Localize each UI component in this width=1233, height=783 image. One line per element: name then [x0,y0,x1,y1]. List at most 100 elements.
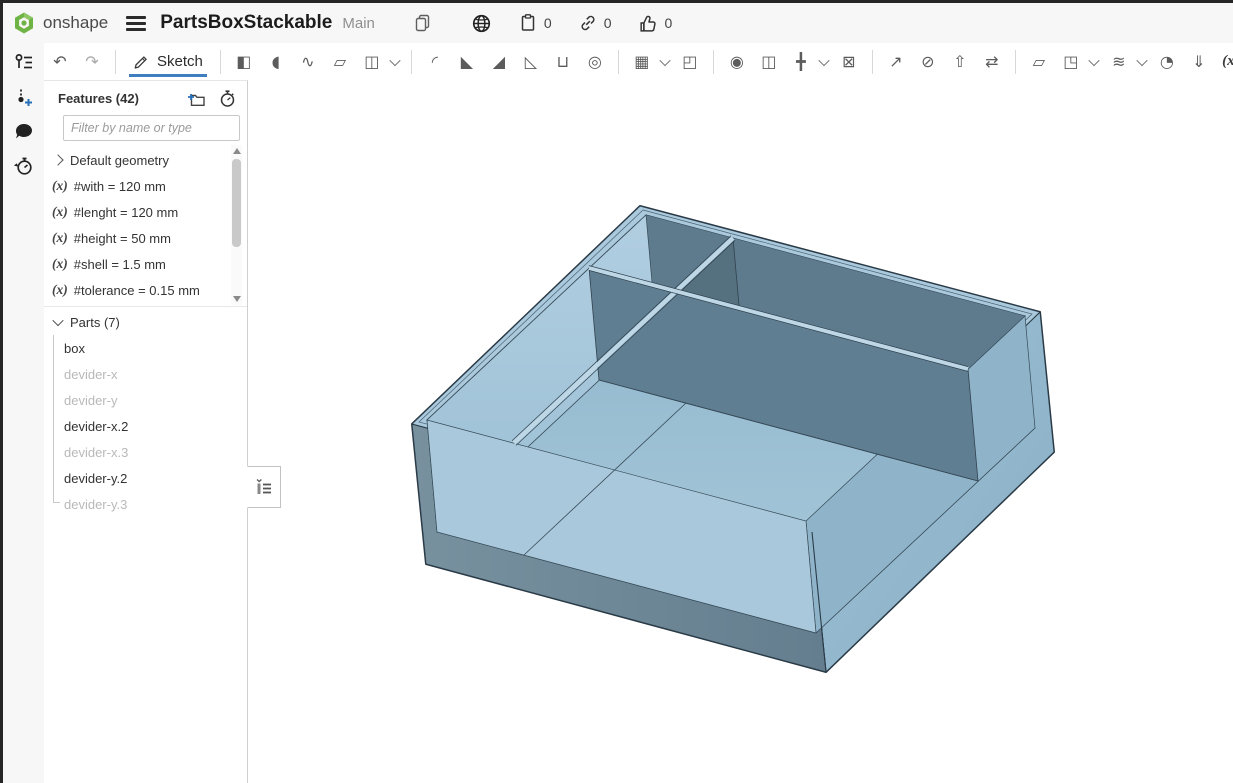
dropdown-caret-icon[interactable] [658,47,672,77]
link-icon [578,13,598,33]
transform-icon[interactable]: ╋ [786,47,816,77]
sketch-active-underline [129,74,207,77]
part-row[interactable]: devider-y.3 [44,491,247,517]
fillet-icon[interactable]: ◜ [420,47,450,77]
dropdown-caret-icon[interactable] [1087,47,1101,77]
part-name-label: devider-y [64,393,117,408]
feature-list-scrollbar[interactable] [231,145,242,305]
thicken-icon[interactable]: ◫ [357,47,387,77]
tree-guide-line [53,335,54,503]
feature-label: #lenght = 120 mm [74,205,178,220]
variable-icon: (x) [52,204,68,220]
delete-part-icon[interactable]: ⊠ [834,47,864,77]
scrollbar-thumb[interactable] [232,159,241,247]
history-stopwatch-icon [13,155,35,177]
chamfer-icon[interactable]: ◣ [452,47,482,77]
composite-curve-icon[interactable]: ≋ [1104,47,1134,77]
part-row[interactable]: devider-x [44,361,247,387]
document-title[interactable]: PartsBoxStackable [160,12,332,34]
onshape-logo[interactable]: onshape [12,11,108,35]
share-status-button[interactable] [471,13,492,34]
feature-row-variable[interactable]: (x)#tolerance = 0.15 mm [44,277,231,303]
mirror-icon[interactable]: ◰ [675,47,705,77]
split-icon[interactable]: ◫ [754,47,784,77]
toolbar-groups: ↶↷Sketch◧◖∿▱◫◜◣◢◺⊔◎▦◰◉◫╋⊠↗⊘⇧⇄▱◳≋◔⇓(x) [44,46,1233,78]
move-face-icon[interactable]: ↗ [881,47,911,77]
likes-counter[interactable]: 0 [638,13,673,34]
redo-icon[interactable]: ↷ [77,47,107,77]
feature-row-variable[interactable]: (x) #shell = 1.5 mm [44,251,231,277]
toolbar-separator [713,50,714,74]
part-row[interactable]: box [44,335,247,361]
feature-row-folder[interactable]: Default geometry [44,147,231,173]
sketch-button[interactable]: Sketch [123,46,213,78]
copy-workspace-button[interactable] [413,13,433,33]
parts-box-model[interactable] [248,80,1233,783]
part-row[interactable]: devider-y.2 [44,465,247,491]
extrude-icon[interactable]: ◧ [229,47,259,77]
delete-face-icon[interactable]: ⊘ [913,47,943,77]
variable-icon[interactable]: (x) [1216,47,1233,77]
extrude-surface-icon[interactable]: ◳ [1056,47,1086,77]
revolve-icon[interactable]: ◖ [261,47,291,77]
create-folder-icon [187,90,206,107]
part-row[interactable]: devider-y [44,387,247,413]
undo-icon[interactable]: ↶ [45,47,75,77]
filter-row [44,113,247,147]
main-menu-button[interactable] [126,13,146,34]
scroll-up-arrow[interactable] [233,148,241,154]
draft-icon[interactable]: ◢ [484,47,514,77]
feature-label: #shell = 1.5 mm [74,257,166,272]
part-name-label: devider-y.3 [64,497,127,512]
toolbar-separator [618,50,619,74]
history-button[interactable] [3,149,44,183]
parts-list: boxdevider-xdevider-ydevider-x.2devider-… [44,335,247,517]
plane-icon[interactable]: ▱ [1024,47,1054,77]
loft-icon[interactable]: ▱ [325,47,355,77]
hole-icon[interactable]: ◎ [580,47,610,77]
linear-pattern-icon[interactable]: ▦ [627,47,657,77]
replace-face-icon[interactable]: ⇄ [977,47,1007,77]
copy-pages-icon [413,13,433,33]
parts-section-title: Parts (7) [70,315,120,330]
feature-row-variable[interactable]: (x) #lenght = 120 mm [44,199,231,225]
feature-row-variable[interactable]: (x)#height = 50 mm [44,225,231,251]
sweep-icon[interactable]: ∿ [293,47,323,77]
shell-icon[interactable]: ⊔ [548,47,578,77]
copies-counter[interactable]: 0 [518,13,552,33]
create-version-button[interactable] [3,81,44,115]
variable-icon: (x) [52,230,68,246]
scroll-down-arrow[interactable] [233,296,241,302]
rollback-bar-button[interactable] [218,89,237,108]
boolean-icon[interactable]: ◉ [722,47,752,77]
create-folder-button[interactable] [187,90,206,107]
feature-row-variable[interactable]: (x)#with = 120 mm [44,173,231,199]
window-left-edge [0,0,3,783]
project-curve-icon[interactable]: ◔ [1152,47,1182,77]
part-row[interactable]: devider-x.3 [44,439,247,465]
likes-count: 0 [665,15,673,31]
part-row[interactable]: devider-x.2 [44,413,247,439]
sketch-label: Sketch [157,53,203,70]
parts-section-header[interactable]: Parts (7) [44,309,247,335]
import-export-icon[interactable]: ⇓ [1184,47,1214,77]
panel-rollup-handle[interactable] [247,466,281,508]
model-viewport[interactable] [248,80,1233,783]
toolbar-separator [411,50,412,74]
onshape-logo-icon [12,11,36,35]
feature-filter-input[interactable] [63,115,240,141]
feature-list-toggle-button[interactable] [3,45,44,79]
dropdown-caret-icon[interactable] [817,47,831,77]
window-top-edge [0,0,1233,3]
dropdown-caret-icon[interactable] [1135,47,1149,77]
part-name-label: devider-y.2 [64,471,127,486]
variable-icon: (x) [52,256,68,272]
comments-button[interactable] [3,115,44,149]
onshape-logo-text: onshape [43,13,108,33]
dropdown-caret-icon[interactable] [388,47,402,77]
links-counter[interactable]: 0 [578,13,612,33]
rib-icon[interactable]: ◺ [516,47,546,77]
thumbs-up-icon [638,13,659,34]
offset-surface-icon[interactable]: ⇧ [945,47,975,77]
branch-name[interactable]: Main [342,15,375,32]
